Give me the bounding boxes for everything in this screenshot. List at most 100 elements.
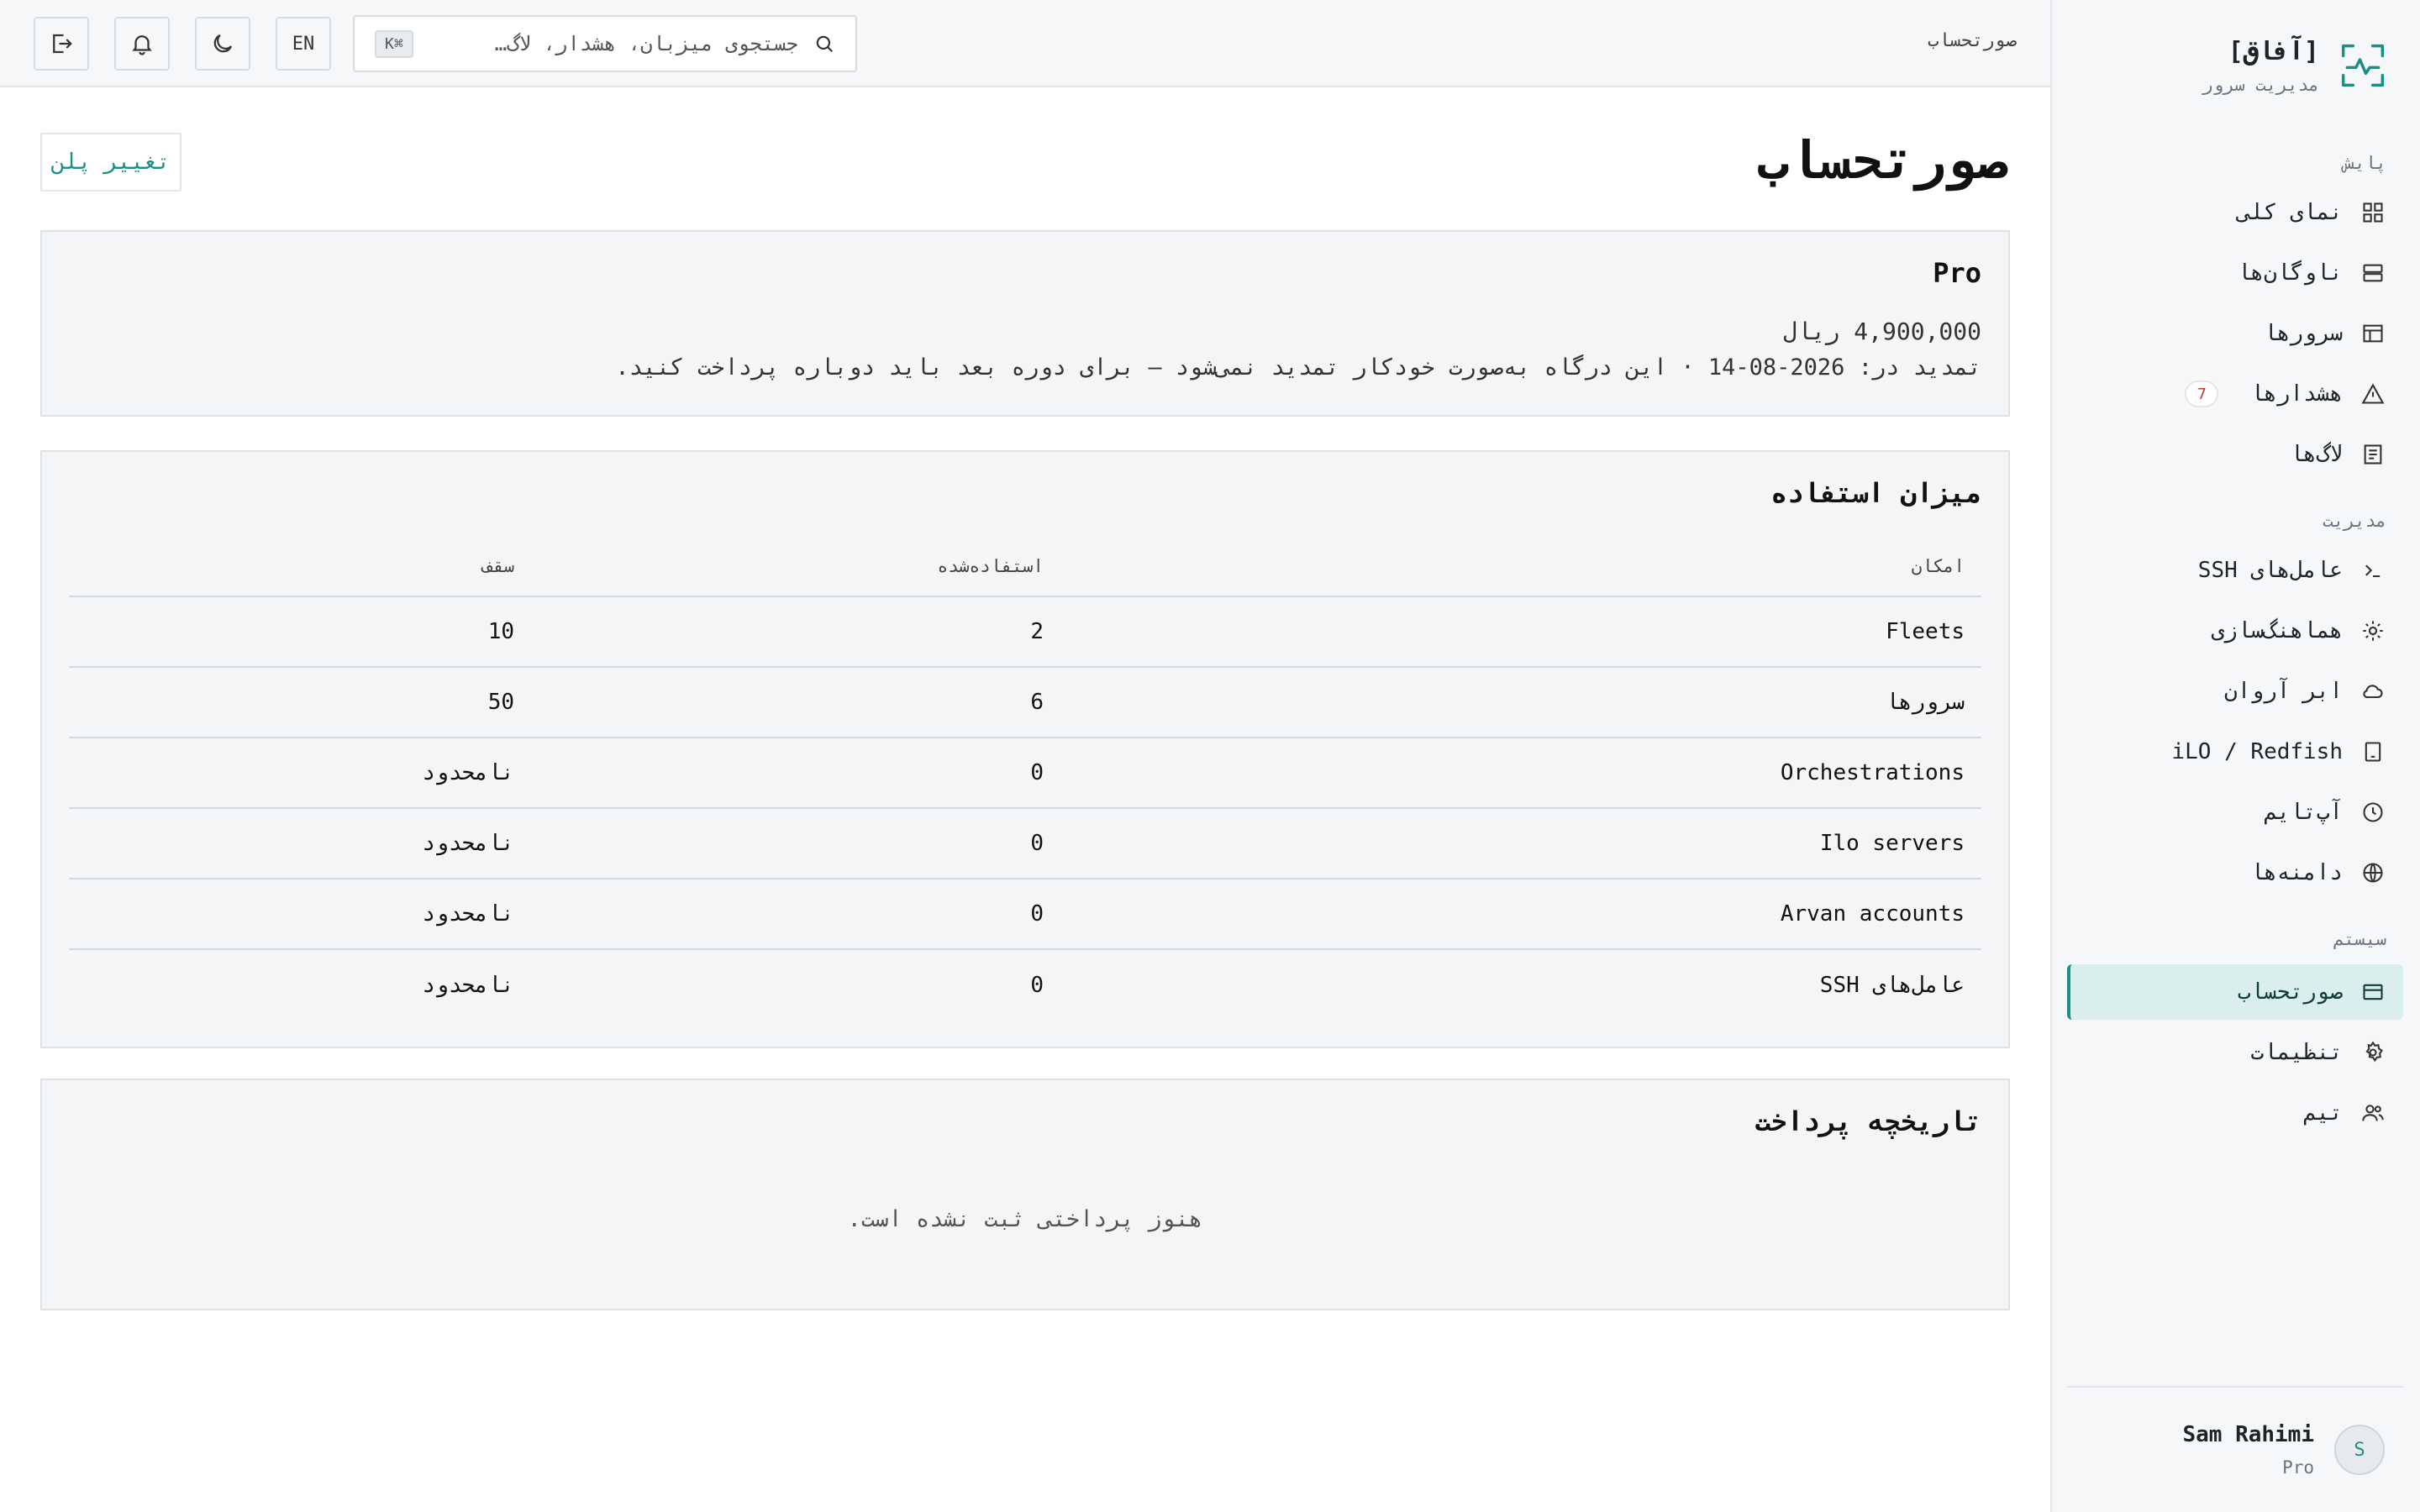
- document-lines-icon: [2364, 444, 2382, 465]
- bell-icon: [132, 35, 152, 55]
- change-plan-button[interactable]: تغییر پلن: [40, 133, 182, 192]
- table-row: Fleets 2 10: [69, 596, 1981, 668]
- feature-cell: Orchestrations: [1060, 738, 1981, 809]
- sidebar-item-label: هشدارها: [2250, 381, 2343, 407]
- search-icon: [816, 35, 833, 52]
- renewal-note: تمدید در: 2026-08-14 · این درگاه به‌صورت…: [615, 354, 1981, 381]
- sidebar-item-fleets[interactable]: ناوگان‌ها: [2067, 245, 2403, 301]
- pulse-scan-icon: [2341, 44, 2385, 87]
- globe-icon: [2363, 863, 2383, 883]
- used-cell: 0: [1030, 972, 1044, 998]
- sidebar-item-overview[interactable]: نمای کلی: [2067, 185, 2403, 240]
- used-cell: 6: [531, 667, 1060, 738]
- sidebar-item-billing[interactable]: صورتحساب: [2067, 964, 2403, 1020]
- sidebar-item-servers[interactable]: سرورها: [2067, 306, 2403, 361]
- table-icon: [2363, 324, 2383, 343]
- table-row: Arvan accounts 0 نامحدود: [69, 879, 1981, 950]
- limit-cell: نامحدود: [69, 808, 531, 879]
- sidebar-item-label: عامل‌های SSH: [2197, 558, 2343, 583]
- sidebar-item-label: لاگ‌ها: [2290, 442, 2343, 467]
- payment-history-card: تاریخچه پرداخت هنوز پرداختی ثبت نشده است…: [40, 1079, 2010, 1310]
- logout-icon: [53, 34, 72, 54]
- moon-icon: [213, 34, 233, 53]
- user-name: Sam Rahimi: [2182, 1422, 2314, 1447]
- feature-cell: عامل‌های SSH: [1819, 972, 1965, 998]
- cloud-icon: [2363, 685, 2383, 699]
- language-label: EN: [292, 33, 315, 55]
- user-profile[interactable]: S Sam Rahimi Pro: [2067, 1386, 2403, 1512]
- sidebar-item-orchestration[interactable]: هماهنگ‌سازی: [2067, 603, 2403, 659]
- breadcrumb: صورتحساب: [1928, 30, 2017, 51]
- feature-cell: Fleets: [1060, 596, 1981, 668]
- brand-title: [آفاق]: [2228, 37, 2319, 66]
- sidebar-item-settings[interactable]: تنظیمات: [2067, 1025, 2403, 1080]
- usage-table: امکان استفاده‌شده سقف Fleets 2 10 سرورها…: [69, 536, 1981, 1020]
- gear-icon: [2365, 1041, 2383, 1063]
- sidebar-item-ssh-agents[interactable]: عامل‌های SSH: [2067, 543, 2403, 598]
- sidebar-item-label: صورتحساب: [2237, 979, 2343, 1005]
- feature-cell: Ilo servers: [1060, 808, 1981, 879]
- sidebar-item-logs[interactable]: لاگ‌ها: [2067, 427, 2403, 482]
- sidebar-item-uptime[interactable]: آپ‌تایم: [2067, 785, 2403, 840]
- brand[interactable]: [آفاق] مدیریت سرور: [2202, 37, 2386, 95]
- warning-triangle-icon: [2361, 383, 2385, 404]
- user-plan: Pro: [2282, 1457, 2314, 1478]
- table-header-row: امکان استفاده‌شده سقف: [69, 536, 1981, 597]
- sidebar-item-arvan-cloud[interactable]: ابر آروان: [2067, 664, 2403, 719]
- limit-cell: 10: [69, 596, 531, 668]
- column-header-limit: سقف: [69, 536, 531, 597]
- language-toggle-button[interactable]: EN: [276, 17, 331, 71]
- avatar: S: [2334, 1425, 2385, 1475]
- users-icon: [2362, 1105, 2384, 1121]
- column-header-used: استفاده‌شده: [531, 536, 1060, 597]
- used-cell: 0: [531, 738, 1060, 809]
- sidebar-item-label: نمای کلی: [2237, 200, 2343, 225]
- limit-cell: نامحدود: [422, 972, 514, 998]
- plan-price: 4,900,000 ریال: [1782, 318, 1981, 345]
- limit-cell: نامحدود: [69, 738, 531, 809]
- nav-section-management: مدیریت: [2323, 511, 2386, 531]
- limit-cell: 50: [69, 667, 531, 738]
- tablet-device-icon: [2365, 742, 2381, 762]
- sidebar-item-label: تیم: [2303, 1100, 2343, 1126]
- brand-subtitle: مدیریت سرور: [2202, 75, 2319, 95]
- sidebar-item-domains[interactable]: دامنه‌ها: [2067, 845, 2403, 900]
- sidebar-item-label: iLO / Redfish: [2171, 739, 2344, 764]
- page-title: صورتحساب: [1757, 129, 2008, 191]
- search-input[interactable]: [428, 32, 798, 55]
- sun-cog-icon: [2363, 621, 2383, 641]
- empty-state-message: هنوز پرداختی ثبت نشده است.: [847, 1206, 1203, 1232]
- used-cell: 0: [531, 879, 1060, 950]
- topbar: صورتحساب K⌘ EN: [0, 0, 2050, 87]
- sidebar-item-label: ابر آروان: [2224, 679, 2343, 704]
- server-stack-icon: [2363, 264, 2383, 282]
- nav-section-monitoring: پایش: [2344, 153, 2386, 173]
- sidebar-item-alerts[interactable]: هشدارها 7: [2067, 366, 2403, 422]
- search-shortcut-hint: K⌘: [375, 29, 413, 58]
- sidebar-item-label: دامنه‌ها: [2250, 860, 2343, 885]
- clock-icon: [2363, 802, 2383, 822]
- feature-cell: Arvan accounts: [1060, 879, 1981, 950]
- sidebar-item-label: ناوگان‌ها: [2237, 260, 2343, 286]
- logout-button[interactable]: [34, 17, 89, 71]
- nav-section-system: سیستم: [2333, 929, 2386, 949]
- sidebar-item-label: آپ‌تایم: [2264, 800, 2343, 825]
- column-header-feature: امکان: [1060, 536, 1981, 597]
- sidebar-item-label: هماهنگ‌سازی: [2211, 618, 2343, 643]
- table-row: عامل‌های SSH 0 نامحدود: [69, 949, 1981, 1020]
- alert-count-badge: 7: [2185, 381, 2219, 407]
- grid-icon: [2363, 202, 2383, 223]
- terminal-prompt-icon: [2365, 564, 2381, 578]
- usage-title: میزان استفاده: [1770, 477, 1981, 509]
- search-box[interactable]: K⌘: [353, 15, 857, 72]
- sidebar-item-label: سرورها: [2264, 321, 2343, 346]
- used-cell: 2: [531, 596, 1060, 668]
- sidebar-item-team[interactable]: تیم: [2067, 1085, 2403, 1141]
- table-row: Ilo servers 0 نامحدود: [69, 808, 1981, 879]
- theme-toggle-button[interactable]: [195, 17, 250, 71]
- notifications-button[interactable]: [114, 17, 170, 71]
- main-content: صورتحساب تغییر پلن Pro 4,900,000 ریال تم…: [0, 87, 2050, 1512]
- table-row: Orchestrations 0 نامحدود: [69, 738, 1981, 809]
- plan-name: Pro: [1933, 257, 1981, 289]
- sidebar-item-ilo-redfish[interactable]: iLO / Redfish: [2067, 724, 2403, 780]
